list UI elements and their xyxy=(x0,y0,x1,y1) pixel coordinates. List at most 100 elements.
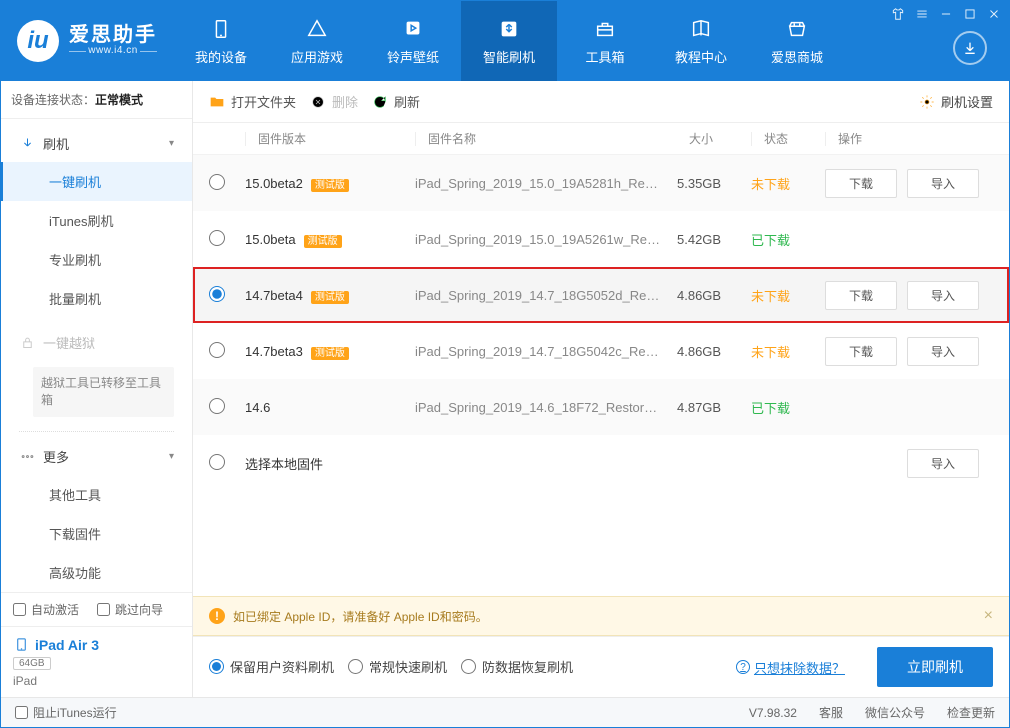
footer: 阻止iTunes运行 V7.98.32 客服 微信公众号 检查更新 xyxy=(1,697,1009,727)
refresh-icon xyxy=(372,94,388,110)
firmware-radio[interactable] xyxy=(209,342,225,358)
firmware-row[interactable]: 14.6iPad_Spring_2019_14.6_18F72_Restore.… xyxy=(193,379,1009,435)
firmware-row[interactable]: 15.0beta2 测试版 iPad_Spring_2019_15.0_19A528… xyxy=(193,155,1009,211)
firmware-status: 已下载 xyxy=(751,230,825,249)
apps-icon xyxy=(305,17,329,41)
lock-icon xyxy=(19,335,35,351)
logo-icon: iu xyxy=(17,20,59,62)
import-button[interactable]: 导入 xyxy=(907,169,979,198)
firmware-radio[interactable] xyxy=(209,286,225,302)
firmware-size: 4.86GB xyxy=(677,288,751,303)
sidebar-item-batch-flash[interactable]: 批量刷机 xyxy=(1,279,192,318)
firmware-row[interactable]: 14.7beta4测试版iPad_Spring_2019_14.7_18G505… xyxy=(193,267,1009,323)
firmware-radio[interactable] xyxy=(209,230,225,246)
toolbar: 打开文件夹 删除 刷新 刷机设置 xyxy=(193,81,1009,123)
firmware-filename: iPad_Spring_2019_15.0_19A5281h_Restore.i… xyxy=(415,176,677,191)
nav-tutorials[interactable]: 教程中心 xyxy=(653,1,749,81)
firmware-filename: iPad_Spring_2019_14.6_18F72_Restore.ipsw xyxy=(415,400,677,415)
erase-only-link[interactable]: ? 只想抹除数据？ xyxy=(736,658,845,677)
sidebar-group-flash[interactable]: 刷机 ▾ xyxy=(1,125,192,162)
beta-tag: 测试版 xyxy=(311,179,349,192)
import-button[interactable]: 导入 xyxy=(907,281,979,310)
firmware-size: 5.35GB xyxy=(677,176,751,191)
local-firmware-row[interactable]: 选择本地固件导入 xyxy=(193,435,1009,491)
firmware-radio[interactable] xyxy=(209,398,225,414)
nav-ringtones[interactable]: 铃声壁纸 xyxy=(365,1,461,81)
ringtones-icon xyxy=(401,17,425,41)
skin-icon[interactable] xyxy=(889,5,907,23)
sidebar: 设备连接状态：正常模式 刷机 ▾ 一键刷机 iTunes刷机 专业刷机 批量刷机… xyxy=(1,81,193,697)
flash-option-fast[interactable]: 常规快速刷机 xyxy=(348,657,447,676)
firmware-row[interactable]: 15.0beta测试版iPad_Spring_2019_15.0_19A5261… xyxy=(193,211,1009,267)
gear-icon xyxy=(919,94,935,110)
download-button[interactable]: 下载 xyxy=(825,169,897,198)
sidebar-item-download-fw[interactable]: 下载固件 xyxy=(1,514,192,553)
alert-close-button[interactable]: × xyxy=(984,607,993,625)
firmware-status: 未下载 xyxy=(751,174,825,193)
flash-option-recover[interactable]: 防数据恢复刷机 xyxy=(461,657,573,676)
firmware-radio[interactable] xyxy=(209,174,225,190)
firmware-size: 4.87GB xyxy=(677,400,751,415)
import-button[interactable]: 导入 xyxy=(907,337,979,366)
flash-settings-button[interactable]: 刷机设置 xyxy=(919,92,993,111)
firmware-version: 15.0beta2 xyxy=(245,176,303,191)
sidebar-group-jailbreak: 一键越狱 xyxy=(1,324,192,361)
table-headers: 固件版本 固件名称 大小 状态 操作 xyxy=(193,123,1009,155)
beta-tag: 测试版 xyxy=(311,291,349,304)
nav-store[interactable]: 爱思商城 xyxy=(749,1,845,81)
sidebar-item-itunes-flash[interactable]: iTunes刷机 xyxy=(1,201,192,240)
delete-button[interactable]: 删除 xyxy=(310,92,358,111)
refresh-button[interactable]: 刷新 xyxy=(372,92,420,111)
firmware-version: 14.7beta4 xyxy=(245,288,303,303)
jailbreak-note: 越狱工具已转移至工具箱 xyxy=(33,367,174,417)
download-manager-button[interactable] xyxy=(953,31,987,65)
sidebar-item-pro-flash[interactable]: 专业刷机 xyxy=(1,240,192,279)
firmware-status: 已下载 xyxy=(751,398,825,417)
skip-guide-checkbox[interactable]: 跳过向导 xyxy=(97,601,163,618)
store-icon xyxy=(785,17,809,41)
auto-activate-checkbox[interactable]: 自动激活 xyxy=(13,601,79,618)
window-controls xyxy=(889,5,1003,23)
header: iu 爱思助手 www.i4.cn 我的设备应用游戏铃声壁纸智能刷机工具箱教程中… xyxy=(1,1,1009,81)
sidebar-item-advanced[interactable]: 高级功能 xyxy=(1,553,192,592)
info-icon: ? xyxy=(736,660,750,674)
sidebar-item-oneclick-flash[interactable]: 一键刷机 xyxy=(1,162,192,201)
flash-now-button[interactable]: 立即刷机 xyxy=(877,647,993,687)
action-bar: 保留用户资料刷机常规快速刷机防数据恢复刷机 ? 只想抹除数据？ 立即刷机 xyxy=(193,636,1009,697)
flash-option-keep[interactable]: 保留用户资料刷机 xyxy=(209,657,334,676)
connection-status: 设备连接状态：正常模式 xyxy=(1,81,192,119)
nav-toolbox[interactable]: 工具箱 xyxy=(557,1,653,81)
device-type: iPad xyxy=(13,674,180,688)
close-icon[interactable] xyxy=(985,5,1003,23)
warning-icon: ! xyxy=(209,608,225,624)
download-button[interactable]: 下载 xyxy=(825,281,897,310)
toolbox-icon xyxy=(593,17,617,41)
block-itunes-checkbox[interactable]: 阻止iTunes运行 xyxy=(15,704,117,721)
minimize-icon[interactable] xyxy=(937,5,955,23)
firmware-status: 未下载 xyxy=(751,286,825,305)
firmware-status: 未下载 xyxy=(751,342,825,361)
sidebar-item-other-tools[interactable]: 其他工具 xyxy=(1,475,192,514)
sidebar-options: 自动激活 跳过向导 xyxy=(1,592,192,626)
chevron-down-icon: ▾ xyxy=(169,138,174,149)
check-update-link[interactable]: 检查更新 xyxy=(947,704,995,721)
firmware-radio[interactable] xyxy=(209,454,225,470)
nav-apps[interactable]: 应用游戏 xyxy=(269,1,365,81)
open-folder-button[interactable]: 打开文件夹 xyxy=(209,92,296,111)
nav-firmware[interactable]: 智能刷机 xyxy=(461,1,557,81)
app-url: www.i4.cn xyxy=(69,46,157,57)
support-link[interactable]: 客服 xyxy=(819,704,843,721)
wechat-link[interactable]: 微信公众号 xyxy=(865,704,925,721)
tutorials-icon xyxy=(689,17,713,41)
firmware-size: 4.86GB xyxy=(677,344,751,359)
maximize-icon[interactable] xyxy=(961,5,979,23)
nav-device[interactable]: 我的设备 xyxy=(173,1,269,81)
firmware-row[interactable]: 14.7beta3测试版iPad_Spring_2019_14.7_18G504… xyxy=(193,323,1009,379)
sidebar-group-more[interactable]: 更多 ▾ xyxy=(1,438,192,475)
download-button[interactable]: 下载 xyxy=(825,337,897,366)
chevron-down-icon: ▾ xyxy=(169,451,174,462)
device-info[interactable]: iPad Air 3 64GB iPad xyxy=(1,626,192,698)
menu-icon[interactable] xyxy=(913,5,931,23)
import-button[interactable]: 导入 xyxy=(907,449,979,478)
version-label: V7.98.32 xyxy=(749,706,797,720)
